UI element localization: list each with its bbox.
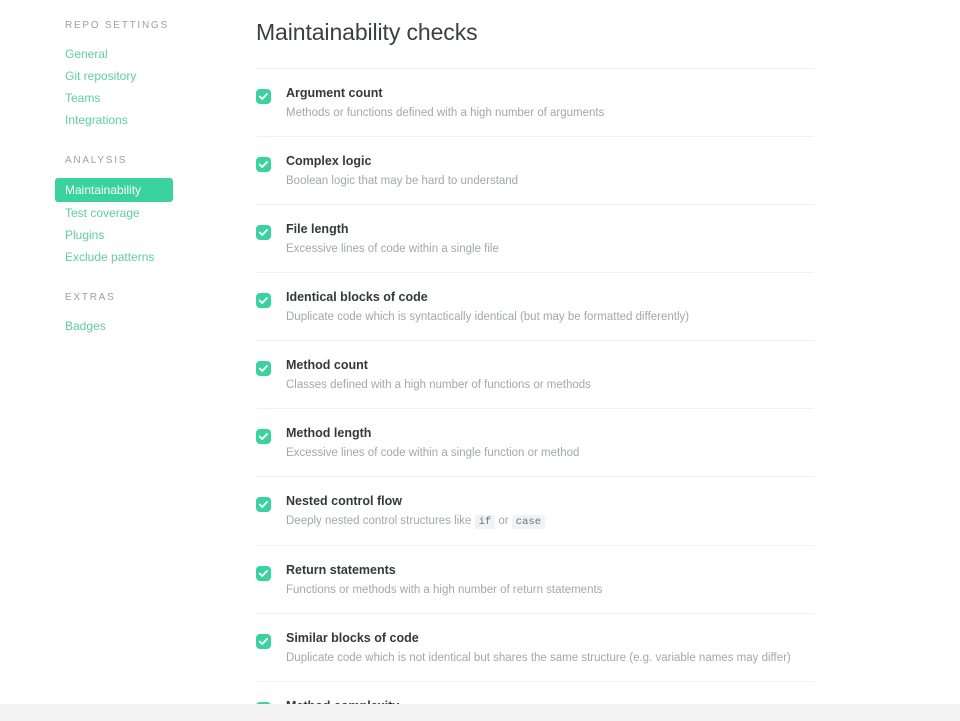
check-title: Nested control flow <box>286 494 402 508</box>
check-text: Argument count Methods or functions defin… <box>286 85 814 121</box>
check-checked-icon[interactable] <box>256 293 271 308</box>
checkbox-wrap <box>256 289 286 308</box>
checkbox-wrap <box>256 357 286 376</box>
check-row[interactable]: File length Excessive lines of code withi… <box>256 205 814 273</box>
check-title: Method count <box>286 358 368 372</box>
check-checked-icon[interactable] <box>256 634 271 649</box>
check-text: Method length Excessive lines of code wit… <box>286 425 814 461</box>
settings-sidebar: REPO SETTINGS General Git repository Tea… <box>0 0 236 343</box>
page-bottom-band <box>0 704 960 721</box>
nav-heading-repo-settings: REPO SETTINGS <box>65 20 169 31</box>
nav-group-extras: EXTRAS Badges <box>0 291 236 337</box>
sidebar-item-test-coverage[interactable]: Test coverage <box>0 202 236 224</box>
check-description: Excessive lines of code within a single … <box>286 447 580 459</box>
check-checked-icon[interactable] <box>256 157 271 172</box>
checkbox-wrap <box>256 562 286 581</box>
check-description: Duplicate code which is syntactically id… <box>286 311 690 323</box>
nav-group-analysis: ANALYSIS Maintainability Test coverage P… <box>0 154 236 268</box>
check-text: Identical blocks of code Duplicate code w… <box>286 289 814 325</box>
sidebar-item-plugins[interactable]: Plugins <box>0 224 236 246</box>
check-row[interactable]: Complex logic Boolean logic that may be h… <box>256 137 814 205</box>
nav-heading-analysis: ANALYSIS <box>65 155 128 166</box>
sidebar-item-integrations[interactable]: Integrations <box>0 109 236 131</box>
check-checked-icon[interactable] <box>256 566 271 581</box>
check-title: File length <box>286 222 349 236</box>
sidebar-item-maintainability[interactable]: Maintainability <box>55 178 173 202</box>
sidebar-item-exclude-patterns[interactable]: Exclude patterns <box>0 246 236 268</box>
check-description: Classes defined with a high number of fu… <box>286 379 591 391</box>
check-row[interactable]: Similar blocks of code Duplicate code whi… <box>256 614 814 682</box>
checkbox-wrap <box>256 493 286 512</box>
check-text: Return statements Functions or methods wi… <box>286 562 814 598</box>
check-description: Functions or methods with a high number … <box>286 584 603 596</box>
check-text: File length Excessive lines of code withi… <box>286 221 814 257</box>
check-checked-icon[interactable] <box>256 497 271 512</box>
check-checked-icon[interactable] <box>256 89 271 104</box>
check-row[interactable]: Method length Excessive lines of code wit… <box>256 409 814 477</box>
check-title: Return statements <box>286 563 396 577</box>
check-row[interactable]: Method count Classes defined with a high … <box>256 341 814 409</box>
check-title: Argument count <box>286 86 383 100</box>
settings-page: REPO SETTINGS General Git repository Tea… <box>0 0 960 721</box>
sidebar-item-git-repository[interactable]: Git repository <box>0 65 236 87</box>
checkbox-wrap <box>256 221 286 240</box>
check-checked-icon[interactable] <box>256 429 271 444</box>
sidebar-item-teams[interactable]: Teams <box>0 87 236 109</box>
checkbox-wrap <box>256 153 286 172</box>
check-title: Identical blocks of code <box>286 290 428 304</box>
checkbox-wrap <box>256 425 286 444</box>
check-description: Boolean logic that may be hard to unders… <box>286 175 519 187</box>
check-title: Complex logic <box>286 154 372 168</box>
check-row[interactable]: Identical blocks of code Duplicate code w… <box>256 273 814 341</box>
check-checked-icon[interactable] <box>256 361 271 376</box>
check-text: Method count Classes defined with a high … <box>286 357 814 393</box>
checkbox-wrap <box>256 630 286 649</box>
check-description: Methods or functions defined with a high… <box>286 107 605 119</box>
main-content: Maintainability checks Argument count Met… <box>256 0 814 721</box>
inline-code-chip: if <box>474 515 496 529</box>
check-description: Duplicate code which is not identical bu… <box>286 652 791 664</box>
maintainability-checks-list: Argument count Methods or functions defin… <box>256 68 814 721</box>
check-description: Deeply nested control structures like if… <box>286 513 814 530</box>
check-checked-icon[interactable] <box>256 225 271 240</box>
check-text: Nested control flow Deeply nested control… <box>286 493 814 530</box>
nav-heading-extras: EXTRAS <box>65 292 116 303</box>
page-title: Maintainability checks <box>256 19 478 45</box>
check-title: Similar blocks of code <box>286 631 419 645</box>
sidebar-item-general[interactable]: General <box>0 43 236 65</box>
check-row[interactable]: Return statements Functions or methods wi… <box>256 546 814 614</box>
check-text: Similar blocks of code Duplicate code whi… <box>286 630 814 666</box>
check-title: Method length <box>286 426 372 440</box>
check-description: Excessive lines of code within a single … <box>286 243 499 255</box>
sidebar-item-badges[interactable]: Badges <box>0 315 236 337</box>
checkbox-wrap <box>256 85 286 104</box>
nav-group-repo-settings: REPO SETTINGS General Git repository Tea… <box>0 19 236 131</box>
inline-code-chip: case <box>511 515 546 529</box>
check-text: Complex logic Boolean logic that may be h… <box>286 153 814 189</box>
check-row[interactable]: Argument count Methods or functions defin… <box>256 69 814 137</box>
check-row[interactable]: Nested control flow Deeply nested control… <box>256 477 814 546</box>
